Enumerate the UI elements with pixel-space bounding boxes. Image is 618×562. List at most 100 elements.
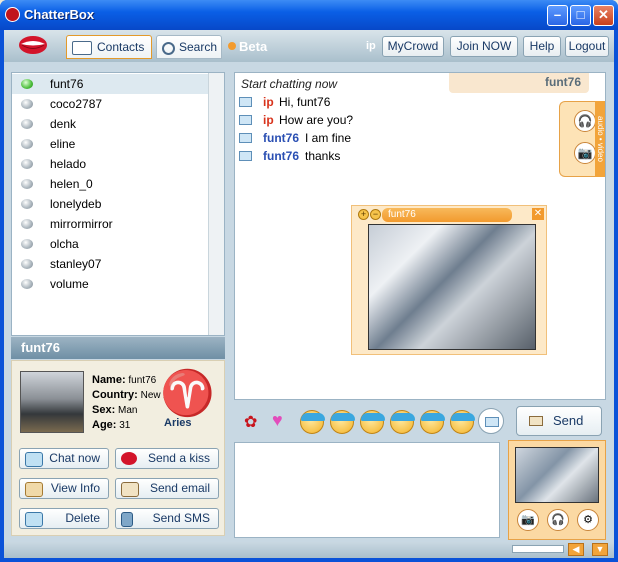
view-info-button[interactable]: View Info [19, 478, 109, 499]
list-item[interactable]: lonelydeb [12, 194, 208, 214]
list-item[interactable]: coco2787 [12, 94, 208, 114]
tab-search[interactable]: Search [156, 35, 222, 59]
message-sender: funt76 [263, 149, 299, 163]
folder-icon [25, 482, 43, 497]
webcam-icon[interactable]: 📷 [574, 142, 596, 164]
title-bar[interactable]: ChatterBox – □ ✕ [0, 0, 618, 30]
send-kiss-button[interactable]: Send a kiss [115, 448, 219, 469]
message-input[interactable] [234, 442, 500, 538]
zoom-in-icon[interactable]: + [358, 209, 369, 220]
offline-status-icon [21, 239, 33, 249]
video-feed [368, 224, 536, 350]
offline-status-icon [21, 179, 33, 189]
rose-icon[interactable]: ✿ [244, 412, 257, 432]
list-item[interactable]: olcha [12, 234, 208, 254]
contact-name: funt76 [50, 77, 84, 91]
envelope-icon [121, 482, 139, 497]
send-sms-button[interactable]: Send SMS [115, 508, 219, 529]
chat-partner-name: funt76 [449, 73, 589, 93]
offline-status-icon [21, 259, 33, 269]
audio-video-tab[interactable]: audio • video [595, 101, 605, 177]
zodiac-sign: Aries [164, 417, 192, 429]
profile-photo[interactable] [20, 371, 84, 433]
lips-icon [121, 452, 137, 465]
volume-slider[interactable] [512, 545, 564, 553]
delete-label: Delete [65, 511, 100, 525]
send-email-label: Send email [149, 481, 210, 495]
contact-name: volume [50, 277, 89, 291]
heart-icon[interactable]: ♥ [272, 410, 283, 431]
list-item[interactable]: funt76 [12, 74, 208, 94]
video-close-icon[interactable]: ✕ [532, 208, 544, 220]
maximize-button[interactable]: □ [570, 5, 591, 26]
list-item[interactable]: helen_0 [12, 174, 208, 194]
minimize-button[interactable]: – [547, 5, 568, 26]
chat-now-button[interactable]: Chat now [19, 448, 109, 469]
dropdown-icon[interactable]: ▼ [592, 543, 608, 556]
envelope-icon [239, 115, 252, 125]
emoticon-sad-icon[interactable] [420, 410, 445, 434]
close-button[interactable]: ✕ [593, 5, 614, 26]
envelope-icon [239, 133, 252, 143]
chat-header: Start chatting now [241, 77, 338, 91]
contact-name: denk [50, 117, 77, 131]
emoticon-wink-icon[interactable] [330, 410, 355, 434]
message-text: Hi, funt76 [279, 95, 331, 109]
video-window[interactable]: + − funt76 ✕ [351, 205, 547, 355]
online-status-icon [21, 79, 33, 89]
help-button[interactable]: Help [523, 36, 561, 57]
current-user-tag: ip [366, 40, 376, 52]
emoticon-laugh-icon[interactable] [390, 410, 415, 434]
send-sms-label: Send SMS [152, 511, 210, 525]
delete-button[interactable]: Delete [19, 508, 109, 529]
message-envelope-icon[interactable] [478, 408, 504, 434]
emoticon-kiss-icon[interactable] [360, 410, 385, 434]
emoticon-surprised-icon[interactable] [450, 410, 475, 434]
emoticon-smile-icon[interactable] [300, 410, 325, 434]
offline-status-icon [21, 119, 33, 129]
contact-name: stanley07 [50, 257, 102, 271]
message-sender: ip [263, 113, 274, 127]
chat-log[interactable]: Start chatting now funt76 ip Hi, funt76 i… [234, 72, 606, 400]
app-icon [5, 7, 20, 22]
webcam-settings-icon[interactable]: 📷 [517, 509, 539, 531]
headphones-icon[interactable]: 🎧 [547, 509, 569, 531]
list-item[interactable]: eline [12, 134, 208, 154]
contact-name: lonelydeb [50, 197, 102, 211]
list-item[interactable]: denk [12, 114, 208, 134]
logout-button[interactable]: Logout [565, 36, 609, 57]
join-now-button[interactable]: Join NOW [450, 36, 518, 57]
lips-logo-icon [19, 36, 47, 54]
sex-label: Sex: [92, 404, 116, 416]
app-window: ChatterBox – □ ✕ Contacts Search Beta ip… [0, 0, 618, 562]
own-webcam-panel: 📷 🎧 ⚙ [508, 440, 606, 540]
offline-status-icon [21, 159, 33, 169]
list-item[interactable]: mirrormirror [12, 214, 208, 234]
toolbar: Contacts Search Beta ip MyCrowd Join NOW… [4, 30, 614, 62]
envelope-icon [239, 151, 252, 161]
list-item[interactable]: helado [12, 154, 208, 174]
name-label: Name: [92, 374, 126, 386]
view-info-label: View Info [50, 481, 100, 495]
send-email-button[interactable]: Send email [115, 478, 219, 499]
chat-bubble-icon [25, 452, 43, 467]
send-label: Send [553, 413, 584, 428]
sex-value: Man [118, 405, 138, 416]
speaker-icon[interactable]: ◀ [568, 543, 584, 556]
headphones-icon[interactable]: 🎧 [574, 110, 596, 132]
trash-icon [25, 512, 43, 527]
contact-name: helado [50, 157, 87, 171]
contacts-list[interactable]: funt76 coco2787 denk eline helado helen_… [11, 72, 225, 336]
zoom-out-icon[interactable]: − [370, 209, 381, 220]
aries-sign-icon: ♈ [160, 368, 215, 419]
mycrowd-button[interactable]: MyCrowd [382, 36, 444, 57]
list-item[interactable]: stanley07 [12, 254, 208, 274]
send-button[interactable]: Send [516, 406, 602, 436]
contacts-scrollbar[interactable] [208, 73, 224, 335]
offline-status-icon [21, 139, 33, 149]
tab-contacts[interactable]: Contacts [66, 35, 152, 59]
contact-name: eline [50, 137, 76, 151]
message-text: thanks [305, 149, 341, 163]
list-item[interactable]: volume [12, 274, 208, 294]
gear-icon[interactable]: ⚙ [577, 509, 599, 531]
